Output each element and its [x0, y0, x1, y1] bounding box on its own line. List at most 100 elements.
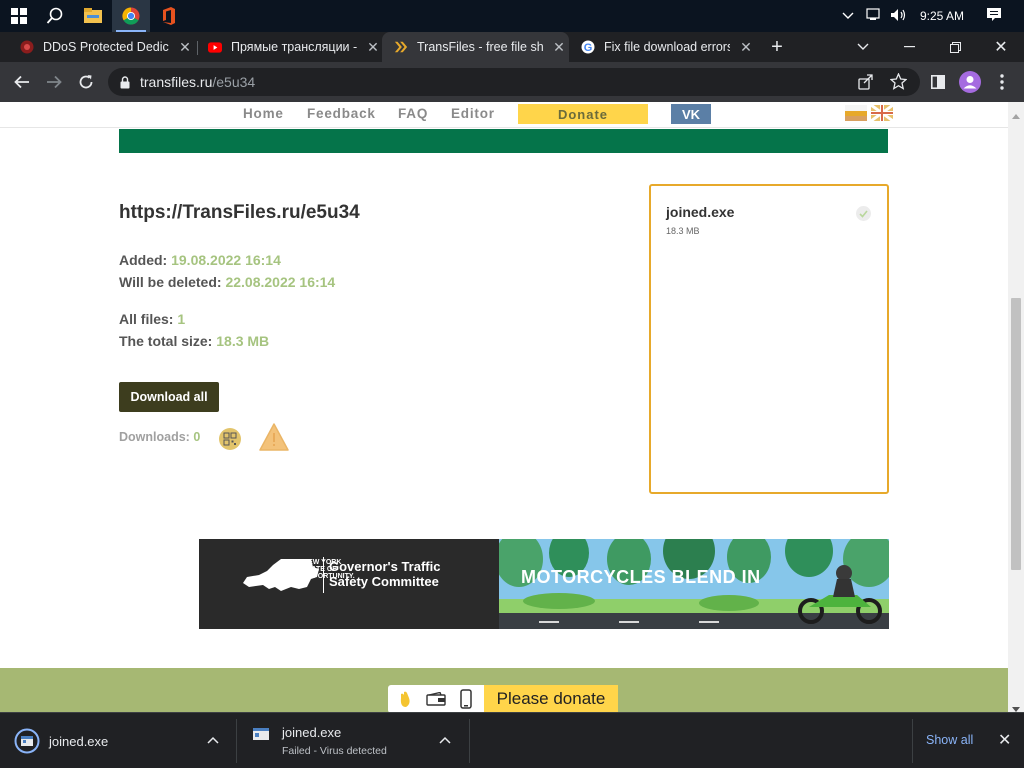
- close-icon[interactable]: ✕: [738, 39, 754, 55]
- tab-youtube[interactable]: Прямые трансляции - ✕: [196, 32, 382, 62]
- network-icon[interactable]: [866, 7, 884, 25]
- folder-icon: [84, 8, 102, 23]
- forward-button[interactable]: [42, 70, 66, 94]
- download-filename: joined.exe: [282, 725, 342, 740]
- file-list-panel: joined.exe 18.3 MB: [649, 184, 889, 494]
- notifications-icon[interactable]: [986, 7, 1004, 25]
- total-size-row: The total size: 18.3 MB: [119, 333, 269, 349]
- address-bar[interactable]: transfiles.ru/e5u34: [108, 68, 920, 96]
- nav-home[interactable]: Home: [243, 106, 284, 121]
- tab-google[interactable]: G Fix file download errors ✕: [569, 32, 759, 62]
- checkmark-icon[interactable]: [856, 206, 871, 221]
- ad-right-panel: MOTORCYCLES BLEND IN: [499, 539, 889, 629]
- ad-left-panel: NEW YORK STATE OF OPPORTUNITY. Governor'…: [199, 539, 499, 629]
- report-warning-icon[interactable]: [258, 422, 290, 452]
- download-all-button[interactable]: Download all: [119, 382, 219, 412]
- tab-title: Fix file download errors: [604, 40, 730, 54]
- all-files-label: All files:: [119, 311, 174, 327]
- tab-title: DDoS Protected Dedica: [43, 40, 169, 54]
- downloads-count: Downloads: 0: [119, 430, 200, 444]
- tab-search-button[interactable]: [840, 32, 886, 62]
- scroll-up-icon[interactable]: [1012, 106, 1020, 124]
- kebab-menu-icon: [1000, 74, 1004, 90]
- gtsc-logo-text: Governor's Traffic Safety Committee: [329, 559, 440, 589]
- ad-headline: MOTORCYCLES BLEND IN: [521, 567, 761, 587]
- avatar: [959, 71, 981, 93]
- minimize-icon: [903, 46, 915, 48]
- taskbar-chrome[interactable]: [112, 0, 150, 32]
- lock-icon[interactable]: [120, 75, 130, 89]
- added-value: 19.08.2022 16:14: [171, 252, 281, 268]
- youtube-favicon-icon: [208, 40, 222, 54]
- nav-faq[interactable]: FAQ: [398, 106, 428, 121]
- minimize-button[interactable]: [886, 32, 932, 62]
- russian-flag-icon[interactable]: [845, 105, 867, 121]
- reload-button[interactable]: [74, 70, 98, 94]
- taskbar-file-explorer[interactable]: [74, 0, 112, 32]
- share-icon[interactable]: [858, 74, 874, 95]
- taskbar-search-button[interactable]: [36, 0, 74, 32]
- new-tab-button[interactable]: +: [762, 32, 792, 62]
- file-name[interactable]: joined.exe: [666, 204, 734, 220]
- reload-icon: [79, 75, 93, 89]
- system-tray: 9:25 AM: [842, 0, 1004, 32]
- tab-ddos[interactable]: DDoS Protected Dedica ✕: [8, 32, 198, 62]
- close-icon[interactable]: ✕: [551, 39, 567, 55]
- close-window-button[interactable]: ✕: [978, 32, 1024, 62]
- profile-button[interactable]: [958, 70, 982, 94]
- clock-time[interactable]: 9:25 AM: [920, 9, 964, 23]
- qr-code-icon[interactable]: [219, 428, 241, 450]
- windows-start-button[interactable]: [0, 0, 38, 32]
- deleted-label: Will be deleted:: [119, 274, 222, 290]
- url-text[interactable]: transfiles.ru/e5u34: [140, 74, 255, 90]
- nav-donate-button[interactable]: Donate: [518, 104, 648, 124]
- please-donate-label[interactable]: Please donate: [484, 685, 618, 712]
- download-details: joined.exe Failed - Virus detected: [282, 725, 387, 757]
- browser-toolbar: transfiles.ru/e5u34: [0, 62, 1024, 102]
- volume-icon[interactable]: [890, 8, 910, 25]
- share-url-title[interactable]: https://TransFiles.ru/e5u34: [119, 202, 360, 224]
- gtsc-line-2: Safety Committee: [329, 574, 439, 589]
- nav-editor[interactable]: Editor: [451, 106, 495, 121]
- chevron-up-icon[interactable]: [207, 733, 219, 747]
- please-donate-widget[interactable]: Please donate: [388, 685, 618, 712]
- close-icon: ✕: [994, 39, 1008, 56]
- site-nav: Home Feedback FAQ Editor Donate VK: [0, 102, 1008, 128]
- search-icon: [46, 7, 63, 24]
- back-button[interactable]: [10, 70, 34, 94]
- bookmark-star-icon[interactable]: [889, 72, 908, 95]
- exe-file-icon: [252, 727, 270, 741]
- all-files-row: All files: 1: [119, 311, 185, 327]
- menu-button[interactable]: [990, 70, 1014, 94]
- tab-transfiles[interactable]: TransFiles - free file sha ✕: [382, 32, 569, 62]
- donate-footer: Please donate: [0, 668, 1008, 712]
- plus-icon: +: [771, 35, 783, 58]
- close-icon[interactable]: ✕: [365, 39, 381, 55]
- close-icon[interactable]: ✕: [177, 39, 193, 55]
- chrome-icon: [122, 7, 140, 25]
- download-item-failed[interactable]: joined.exe Failed - Virus detected: [252, 713, 468, 769]
- tray-chevron-icon[interactable]: [842, 9, 858, 23]
- scrollbar-thumb[interactable]: [1011, 298, 1021, 570]
- nav-vk-button[interactable]: VK: [671, 104, 711, 124]
- download-shelf: joined.exe joined.exe Failed - Virus det…: [0, 712, 1024, 768]
- logo-divider: [323, 557, 324, 593]
- taskbar-office[interactable]: [150, 0, 188, 32]
- advertisement-banner[interactable]: NEW YORK STATE OF OPPORTUNITY. Governor'…: [199, 539, 889, 629]
- download-item[interactable]: joined.exe: [14, 713, 234, 769]
- side-panel-button[interactable]: [926, 70, 950, 94]
- gtsc-line-1: Governor's Traffic: [329, 559, 441, 574]
- uk-flag-icon[interactable]: [870, 103, 894, 123]
- windows-logo-icon: [11, 8, 27, 24]
- ddos-favicon-icon: [20, 40, 34, 54]
- nav-feedback[interactable]: Feedback: [307, 106, 376, 121]
- restore-button[interactable]: [932, 32, 978, 62]
- added-row: Added: 19.08.2022 16:14: [119, 252, 281, 268]
- page-scrollbar[interactable]: [1008, 102, 1024, 712]
- total-size-label: The total size:: [119, 333, 213, 349]
- chevron-up-icon[interactable]: [439, 733, 451, 747]
- wallet-icon: [426, 691, 446, 711]
- total-size-value: 18.3 MB: [216, 333, 270, 349]
- show-all-button[interactable]: Show all: [926, 733, 973, 747]
- close-icon[interactable]: ✕: [998, 730, 1011, 750]
